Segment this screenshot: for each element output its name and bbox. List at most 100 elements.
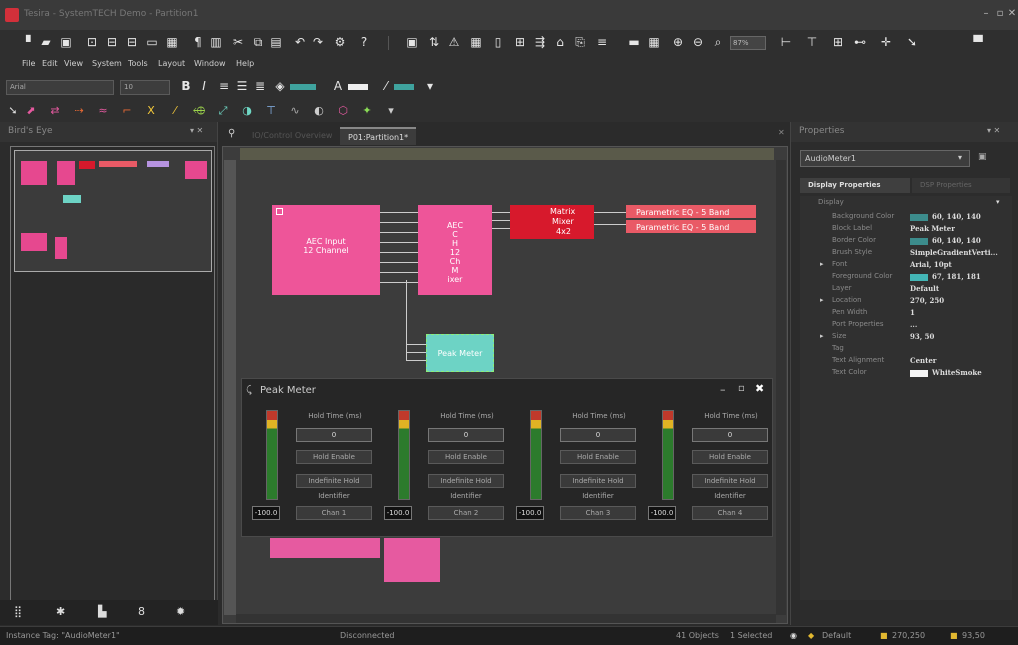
property-row[interactable]: Brush Style SimpleGradientVerti...	[800, 248, 1012, 260]
grid-icon[interactable]: ▦	[164, 34, 180, 50]
snowflake-icon[interactable]: ✱	[56, 605, 65, 618]
keyboard-icon[interactable]: ▬	[626, 34, 642, 50]
bar-chart-icon[interactable]: ▙	[98, 605, 106, 618]
level-block-icon[interactable]: ≈	[96, 104, 110, 118]
connect-icon[interactable]: ⚙	[332, 34, 348, 50]
input-block-icon[interactable]: ⬈	[24, 104, 38, 118]
save-icon[interactable]: ▣	[58, 34, 74, 50]
layer-icon[interactable]: ◆	[808, 631, 814, 640]
property-row[interactable]: Text Alignment Center	[800, 356, 1012, 368]
hold-enable-button[interactable]: Hold Enable	[692, 450, 768, 464]
monitor-icon[interactable]: ▦	[468, 34, 484, 50]
menu-tools[interactable]: Tools	[128, 59, 148, 68]
zoom-out-icon[interactable]: ⊖	[690, 34, 706, 50]
pin-icon[interactable]: ▾ ✕	[190, 126, 203, 135]
sun-icon[interactable]: ✹	[176, 605, 185, 618]
table-icon[interactable]: ▥	[208, 34, 224, 50]
new-icon[interactable]: ▝	[18, 34, 34, 50]
grid-view-icon[interactable]: ⣿	[14, 605, 22, 618]
hold-time-spinner[interactable]: 0	[560, 428, 636, 442]
logic-block-icon[interactable]: ⬡	[336, 104, 350, 118]
select-pointer-icon[interactable]: ➘	[6, 104, 20, 118]
bold-icon[interactable]: B	[178, 78, 194, 94]
more-icon[interactable]: ▾	[384, 104, 398, 118]
property-row[interactable]: Port Properties ...	[800, 320, 1012, 332]
cut-icon[interactable]: ✂	[230, 34, 246, 50]
identifier-field[interactable]: Chan 2	[428, 506, 504, 520]
maximize-button[interactable]: ▫	[994, 8, 1006, 20]
layout3-icon[interactable]: ▭	[144, 34, 160, 50]
meter-icon[interactable]: ▯	[490, 34, 506, 50]
property-row[interactable]: Pen Width 1	[800, 308, 1012, 320]
indefinite-hold-button[interactable]: Indefinite Hold	[296, 474, 372, 488]
tab-display-properties[interactable]: Display Properties	[800, 178, 910, 193]
hold-time-spinner[interactable]: 0	[428, 428, 504, 442]
eq-block-icon[interactable]: ⌐	[120, 104, 134, 118]
redo-icon[interactable]: ↷	[310, 34, 326, 50]
crossover-block-icon[interactable]: X	[144, 104, 158, 118]
property-row[interactable]: Block Label Peak Meter	[800, 224, 1012, 236]
mixer-block-icon[interactable]: ⇄	[48, 104, 62, 118]
peq-block-2[interactable]: Parametric EQ - 5 Band	[626, 220, 756, 233]
property-row[interactable]: ▸ Font Arial, 10pt	[800, 260, 1012, 272]
generator-block-icon[interactable]: ⊤	[264, 104, 278, 118]
identifier-field[interactable]: Chan 3	[560, 506, 636, 520]
indefinite-hold-button[interactable]: Indefinite Hold	[428, 474, 504, 488]
zoom-fit-icon[interactable]: ⌕	[710, 34, 726, 50]
tree-icon[interactable]: ⚲	[228, 128, 235, 139]
list-icon[interactable]: ≡	[594, 34, 610, 50]
pm-minimize-button[interactable]: –	[720, 383, 726, 396]
align-left-text-icon[interactable]: ≡	[216, 78, 232, 94]
pm-maximize-button[interactable]: ▫	[738, 383, 745, 394]
vertical-scrollbar[interactable]	[776, 160, 786, 615]
font-size-select[interactable]: 10	[120, 80, 170, 95]
undo-icon[interactable]: ↶	[292, 34, 308, 50]
open-icon[interactable]: ▰	[38, 34, 54, 50]
menu-window[interactable]: Window	[194, 59, 226, 68]
font-color-swatch[interactable]	[348, 84, 368, 90]
property-row[interactable]: Background Color 60, 140, 140	[800, 212, 1012, 224]
close-tab-icon[interactable]: ✕	[778, 128, 785, 137]
identifier-field[interactable]: Chan 4	[692, 506, 768, 520]
aec-mixer-block[interactable]: AEC C H 12 Ch M ixer	[418, 205, 492, 295]
minimize-button[interactable]: –	[980, 8, 992, 20]
send-icon[interactable]: ⇅	[426, 34, 442, 50]
peq-block-1[interactable]: Parametric EQ - 5 Band	[626, 205, 756, 218]
menu-system[interactable]: System	[92, 59, 122, 68]
hold-enable-button[interactable]: Hold Enable	[428, 450, 504, 464]
layout2-icon[interactable]: ⊟	[124, 34, 140, 50]
distribute-icon[interactable]: ⊷	[852, 34, 868, 50]
hold-time-spinner[interactable]: 0	[692, 428, 768, 442]
fill-color-swatch[interactable]	[290, 84, 316, 90]
report-icon[interactable]: ⎘	[572, 34, 588, 50]
compile-icon[interactable]: ▣	[404, 34, 420, 50]
fill-color-icon[interactable]: ◈	[272, 78, 288, 94]
hold-time-spinner[interactable]: 0	[296, 428, 372, 442]
block-checkbox[interactable]	[276, 208, 283, 215]
delay-block-icon[interactable]: ⤢	[216, 104, 230, 118]
hold-enable-button[interactable]: Hold Enable	[296, 450, 372, 464]
chevron-down-icon[interactable]: ▾	[958, 153, 962, 162]
properties-pin-icon[interactable]: ▾ ✕	[987, 126, 1000, 135]
align-right-text-icon[interactable]: ≣	[252, 78, 268, 94]
copy-icon[interactable]: ⧉	[250, 34, 266, 50]
identifier-field[interactable]: Chan 1	[296, 506, 372, 520]
grid-snap-icon[interactable]: ⊞	[830, 34, 846, 50]
partition-icon[interactable]: ⊡	[84, 34, 100, 50]
star-block-icon[interactable]: ✦	[360, 104, 374, 118]
number-icon[interactable]: 8	[138, 605, 145, 618]
tab-partition1[interactable]: P01:Partition1*	[340, 127, 417, 145]
tools-icon[interactable]: ⊞	[512, 34, 528, 50]
dynamics-block-icon[interactable]: ⬲	[192, 104, 206, 118]
lower-block[interactable]	[270, 538, 380, 558]
peak-meter-block[interactable]: Peak Meter	[426, 334, 494, 372]
object-select[interactable]: AudioMeter1	[800, 150, 970, 167]
text-icon[interactable]: ¶	[190, 34, 206, 50]
dropdown-arrow-icon[interactable]: ▾	[422, 78, 438, 94]
control-block-icon[interactable]: ◐	[312, 104, 326, 118]
wave-block-icon[interactable]: ∿	[288, 104, 302, 118]
tab-io-control-overview[interactable]: IO/Control Overview	[244, 127, 340, 145]
route-icon[interactable]: ⇶	[532, 34, 548, 50]
line-color-icon[interactable]: ⁄	[378, 78, 394, 94]
property-row[interactable]: Layer Default	[800, 284, 1012, 296]
